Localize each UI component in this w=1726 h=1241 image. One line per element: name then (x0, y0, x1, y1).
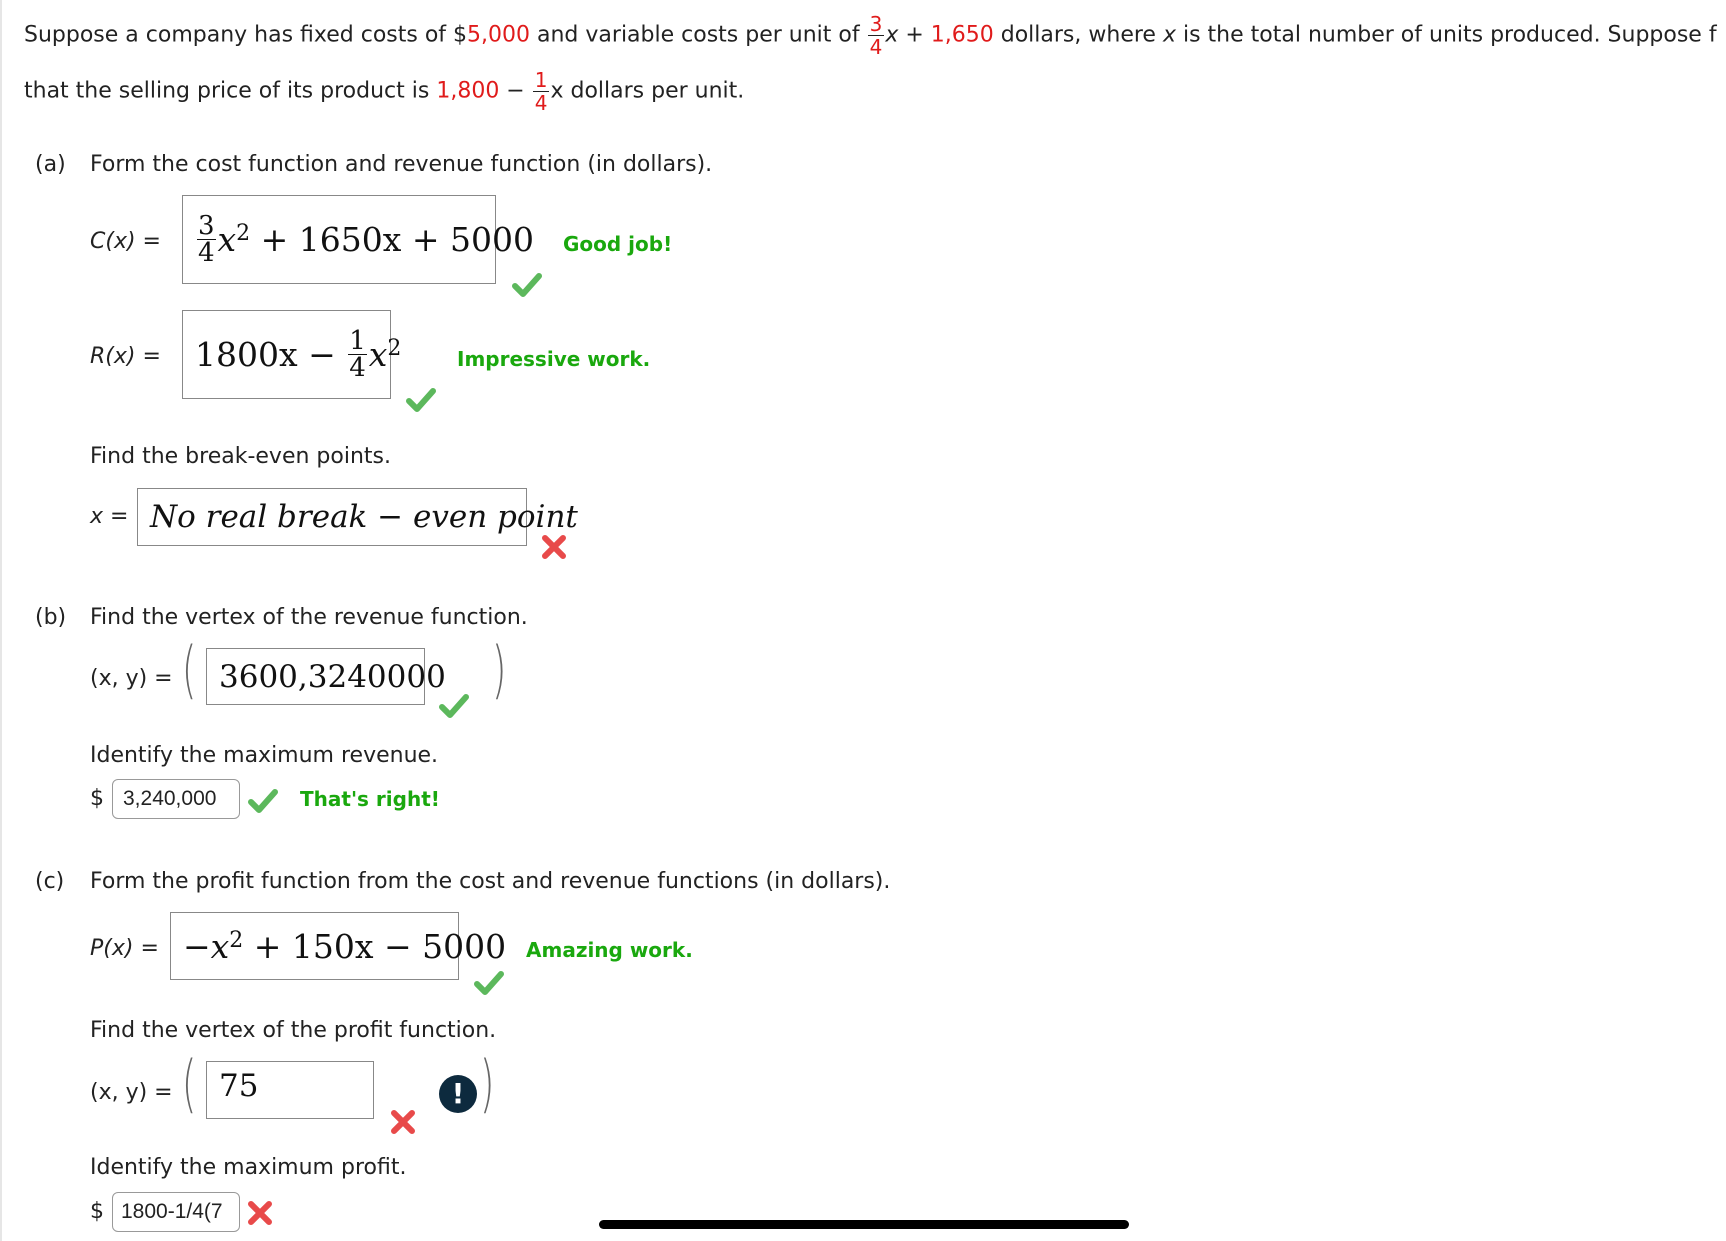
close-paren: ) (479, 1047, 495, 1120)
revenue-vertex-field[interactable]: 3600,3240000 (206, 648, 446, 705)
cost-feedback: Good job! (563, 232, 673, 256)
problem-line-1: Suppose a company has fixed costs of $5,… (24, 14, 1717, 57)
revenue-label: R(x) = (90, 344, 161, 369)
fixed-cost-value: 5,000 (467, 22, 531, 48)
numerator: 1 (348, 326, 367, 356)
profit-feedback: Amazing work. (526, 938, 693, 962)
max-profit-prompt: Identify the maximum profit. (90, 1155, 407, 1180)
left-border (0, 0, 2, 1241)
check-icon (439, 694, 469, 718)
check-icon (406, 388, 436, 412)
text: dollars, where (993, 22, 1163, 48)
close-paren: ) (491, 633, 507, 706)
price-constant-value: 1,800 (436, 78, 500, 104)
part-a-label: (a) (35, 152, 66, 177)
max-revenue-field[interactable]: 3,240,000 (112, 779, 240, 819)
cross-icon (391, 1110, 415, 1134)
part-c-label: (c) (35, 869, 65, 894)
profit-vertex-prompt: Find the vertex of the profit function. (90, 1018, 497, 1043)
part-a-prompt: Form the cost function and revenue funct… (90, 152, 713, 177)
cost-label: C(x) = (90, 229, 161, 254)
exponent: 2 (236, 221, 251, 246)
text: and variable costs per unit of (530, 22, 867, 48)
max-revenue-feedback: That's right! (300, 787, 440, 811)
fraction-numerator: 3 (867, 12, 885, 36)
cost-answer-field[interactable]: 34x2 + 1650x + 5000 (182, 195, 534, 284)
denominator: 4 (349, 353, 366, 383)
numerator: 3 (197, 211, 216, 241)
revenue-answer-field[interactable]: 1800x − 14x2 (182, 310, 401, 399)
fraction-numerator: 1 (532, 68, 550, 92)
revenue-feedback: Impressive work. (457, 347, 651, 371)
text: that the selling price of its product is (24, 78, 437, 104)
fraction: 14 (348, 328, 367, 381)
text: x (1162, 22, 1176, 48)
currency-symbol: $ (90, 786, 104, 811)
exponent: 2 (229, 927, 244, 953)
vertex-label-text: (x, y) = (90, 666, 173, 691)
price-fraction: 14 (532, 68, 550, 115)
breakeven-label: x = (90, 504, 129, 529)
breakeven-answer-field[interactable]: No real break − even point (137, 488, 578, 546)
max-profit-field[interactable]: 1800-1/4(7 (112, 1192, 240, 1232)
text: x + (885, 22, 931, 48)
text: is the total number of units produced. S… (1175, 22, 1717, 48)
profit-answer-field[interactable]: −x 2 + 150x − 5000 (170, 912, 506, 980)
profit-label: P(x) = (90, 936, 159, 961)
exponent: 2 (387, 336, 402, 361)
part-b-label: (b) (35, 605, 67, 630)
x-var: x (217, 220, 237, 259)
fraction-denominator: 4 (534, 91, 548, 115)
problem-line-2: that the selling price of its product is… (24, 70, 744, 113)
home-indicator-bar[interactable] (599, 1220, 1129, 1229)
denominator: 4 (198, 238, 215, 268)
text: x dollars per unit. (550, 78, 745, 104)
profit-vertex-field[interactable]: 75 (206, 1061, 374, 1119)
check-icon (512, 273, 542, 297)
cross-icon (542, 535, 566, 559)
currency-symbol: $ (90, 1199, 104, 1224)
breakeven-prompt: Find the break-even points. (90, 444, 391, 469)
exclamation-icon[interactable]: ! (439, 1075, 477, 1113)
revenue-expression: 1800x − (195, 335, 336, 374)
profit-vertex-label: (x, y) = (90, 1080, 173, 1105)
check-icon (248, 789, 278, 813)
profit-expression: + 150x − 5000 (253, 926, 507, 966)
open-paren: ( (181, 1047, 197, 1120)
profit-lead: −x (183, 926, 230, 966)
part-b-prompt: Find the vertex of the revenue function. (90, 605, 528, 630)
part-c-prompt: Form the profit function from the cost a… (90, 869, 891, 894)
fraction: 34 (197, 213, 216, 266)
text: Suppose a company has fixed costs of $ (24, 22, 468, 48)
text: − (499, 78, 532, 104)
max-revenue-prompt: Identify the maximum revenue. (90, 743, 439, 768)
variable-fraction: 34 (867, 12, 885, 59)
check-icon (474, 971, 504, 995)
cost-expression: + 1650x + 5000 (260, 220, 535, 259)
cross-icon (248, 1201, 272, 1225)
fraction-denominator: 4 (869, 35, 883, 59)
revenue-vertex-label: (x, y) = (90, 666, 173, 691)
variable-constant-value: 1,650 (930, 22, 994, 48)
x-var: x (368, 335, 388, 374)
open-paren: ( (181, 633, 197, 706)
